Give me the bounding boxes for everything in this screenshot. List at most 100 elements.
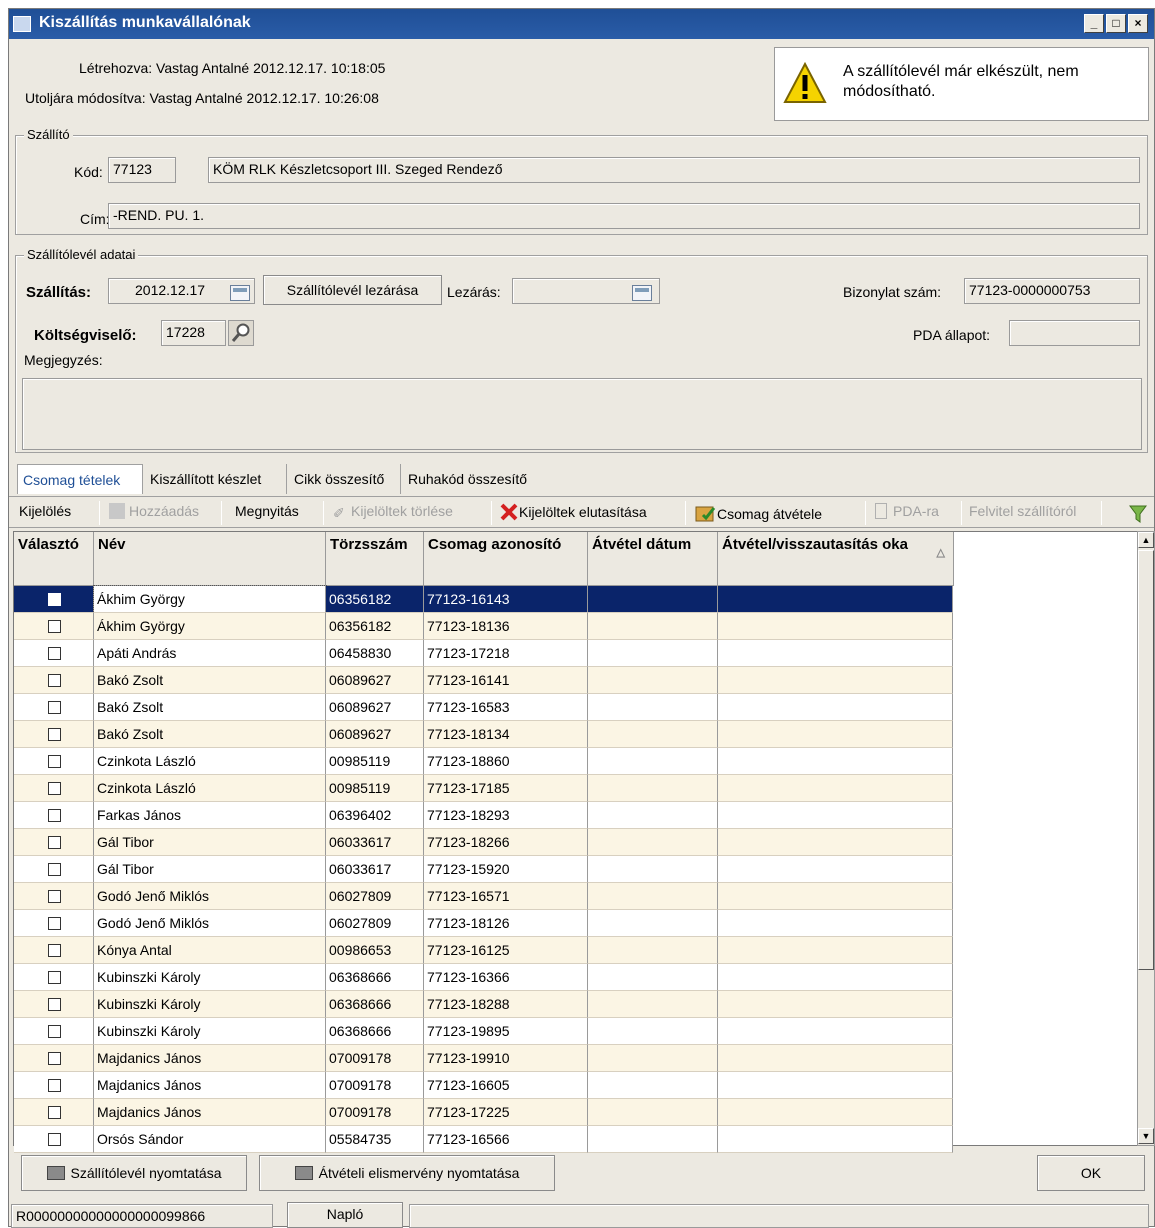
table-row[interactable]: Czinkota László 00985119 77123-18860 <box>14 748 953 775</box>
row-checkbox[interactable] <box>48 728 61 741</box>
cell-date <box>588 748 718 775</box>
table-row[interactable]: Bakó Zsolt 06089627 77123-18134 <box>14 721 953 748</box>
ok-button[interactable]: OK <box>1037 1155 1145 1191</box>
table-row[interactable]: Godó Jenő Miklós 06027809 77123-16571 <box>14 883 953 910</box>
minimize-button[interactable]: _ <box>1084 14 1104 33</box>
cell-name: Majdanics János <box>94 1099 326 1126</box>
delivery-group-label: Szállítólevél adatai <box>24 247 139 262</box>
table-row[interactable]: Kónya Antal 00986653 77123-16125 <box>14 937 953 964</box>
cell-name: Bakó Zsolt <box>94 694 326 721</box>
table-row[interactable]: Orsós Sándor 05584735 77123-16566 <box>14 1126 953 1153</box>
package-icon <box>695 506 716 522</box>
select-cell <box>14 586 94 613</box>
delete-selected-button[interactable]: ✐ Kijelöltek törlése <box>333 503 453 521</box>
row-checkbox[interactable] <box>48 971 61 984</box>
cell-package: 77123-18293 <box>424 802 588 829</box>
col-header-select[interactable]: Választó <box>14 532 94 586</box>
col-header-name[interactable]: Név <box>94 532 326 586</box>
row-checkbox[interactable] <box>48 1025 61 1038</box>
col-header-package[interactable]: Csomag azonosító <box>424 532 588 586</box>
select-cell <box>14 1126 94 1153</box>
table-row[interactable]: Kubinszki Károly 06368666 77123-16366 <box>14 964 953 991</box>
close-delivery-button[interactable]: Szállítólevél lezárása <box>263 275 442 305</box>
close-button[interactable]: × <box>1128 14 1148 33</box>
row-checkbox[interactable] <box>48 701 61 714</box>
print-receipt-button[interactable]: Átvételi elismervény nyomtatása <box>259 1155 555 1191</box>
add-button[interactable]: Hozzáadás <box>109 503 199 519</box>
row-checkbox[interactable] <box>48 593 61 606</box>
tab-package-items[interactable]: Csomag tételek <box>17 464 143 494</box>
cell-name: Majdanics János <box>94 1072 326 1099</box>
row-checkbox[interactable] <box>48 944 61 957</box>
table-row[interactable]: Bakó Zsolt 06089627 77123-16141 <box>14 667 953 694</box>
table-row[interactable]: Kubinszki Károly 06368666 77123-18288 <box>14 991 953 1018</box>
col-header-id[interactable]: Törzsszám <box>326 532 424 586</box>
closing-calendar-icon[interactable] <box>632 285 652 301</box>
log-button[interactable]: Napló <box>287 1202 403 1228</box>
to-pda-button[interactable]: PDA-ra <box>875 503 939 519</box>
row-checkbox[interactable] <box>48 917 61 930</box>
print-delivery-button[interactable]: Szállítólevél nyomtatása <box>21 1155 247 1191</box>
tab-delivered-stock[interactable]: Kiszállított készlet <box>145 464 287 494</box>
table-row[interactable]: Godó Jenő Miklós 06027809 77123-18126 <box>14 910 953 937</box>
cell-package: 77123-18136 <box>424 613 588 640</box>
col-header-reason[interactable]: Átvétel/visszautasítás oka △ <box>718 532 954 586</box>
select-cell <box>14 721 94 748</box>
receive-package-button[interactable]: Csomag átvétele <box>695 503 822 523</box>
table-row[interactable]: Majdanics János 07009178 77123-16605 <box>14 1072 953 1099</box>
row-checkbox[interactable] <box>48 1106 61 1119</box>
row-checkbox[interactable] <box>48 863 61 876</box>
open-button[interactable]: Megnyitás <box>235 503 299 519</box>
col-header-date[interactable]: Átvétel dátum <box>588 532 718 586</box>
table-row[interactable]: Farkas János 06396402 77123-18293 <box>14 802 953 829</box>
row-checkbox[interactable] <box>48 674 61 687</box>
table-row[interactable]: Gál Tibor 06033617 77123-15920 <box>14 856 953 883</box>
table-row[interactable]: Ákhim György 06356182 77123-18136 <box>14 613 953 640</box>
tab-item-summary[interactable]: Cikk összesítő <box>289 464 401 494</box>
cell-reason <box>718 721 953 748</box>
row-checkbox[interactable] <box>48 809 61 822</box>
select-cell <box>14 640 94 667</box>
scroll-thumb[interactable] <box>1138 550 1154 970</box>
row-checkbox[interactable] <box>48 620 61 633</box>
search-icon[interactable] <box>228 320 254 346</box>
pda-status-label: PDA állapot: <box>913 327 991 343</box>
cell-date <box>588 964 718 991</box>
row-checkbox[interactable] <box>48 1133 61 1146</box>
table-row[interactable]: Czinkota László 00985119 77123-17185 <box>14 775 953 802</box>
select-cell <box>14 1072 94 1099</box>
row-checkbox[interactable] <box>48 1079 61 1092</box>
maximize-button[interactable]: □ <box>1106 14 1126 33</box>
table-row[interactable]: Majdanics János 07009178 77123-17225 <box>14 1099 953 1126</box>
supplier-group-label: Szállító <box>24 127 73 142</box>
scroll-up-arrow-icon[interactable]: ▲ <box>1138 532 1154 548</box>
scroll-down-arrow-icon[interactable]: ▼ <box>1138 1128 1154 1144</box>
row-checkbox[interactable] <box>48 836 61 849</box>
cell-name: Ákhim György <box>94 613 326 640</box>
row-checkbox[interactable] <box>48 782 61 795</box>
cell-name: Godó Jenő Miklós <box>94 883 326 910</box>
pda-status-field <box>1009 320 1140 346</box>
table-row[interactable]: Gál Tibor 06033617 77123-18266 <box>14 829 953 856</box>
from-supplier-button[interactable]: Felvitel szállítóról <box>969 503 1076 519</box>
table-row[interactable]: Kubinszki Károly 06368666 77123-19895 <box>14 1018 953 1045</box>
cell-id: 07009178 <box>326 1045 424 1072</box>
table-row[interactable]: Ákhim György 06356182 77123-16143 <box>14 585 953 614</box>
row-checkbox[interactable] <box>48 1052 61 1065</box>
table-row[interactable]: Bakó Zsolt 06089627 77123-16583 <box>14 694 953 721</box>
filter-icon[interactable] <box>1129 505 1147 523</box>
tab-clothing-code-summary[interactable]: Ruhakód összesítő <box>403 464 551 494</box>
grid-scrollbar[interactable]: ▲ ▼ <box>1137 531 1155 1146</box>
reject-selected-button[interactable]: Kijelöltek elutasítása <box>499 503 647 521</box>
row-checkbox[interactable] <box>48 647 61 660</box>
row-checkbox[interactable] <box>48 755 61 768</box>
note-field[interactable] <box>22 378 1142 450</box>
select-cell <box>14 613 94 640</box>
calendar-icon[interactable] <box>230 285 250 301</box>
cell-name: Czinkota László <box>94 775 326 802</box>
select-button[interactable]: Kijelölés <box>19 503 71 519</box>
table-row[interactable]: Majdanics János 07009178 77123-19910 <box>14 1045 953 1072</box>
row-checkbox[interactable] <box>48 890 61 903</box>
table-row[interactable]: Apáti András 06458830 77123-17218 <box>14 640 953 667</box>
row-checkbox[interactable] <box>48 998 61 1011</box>
